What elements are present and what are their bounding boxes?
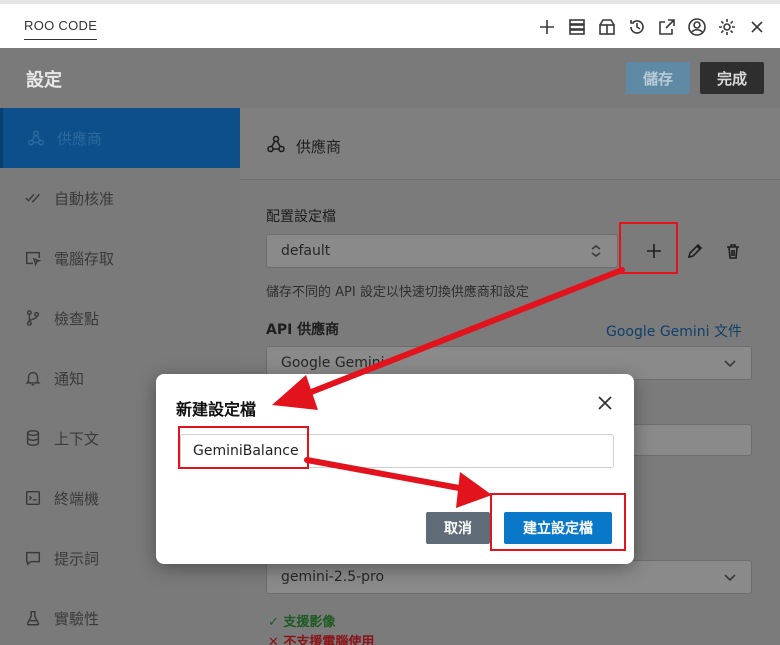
sidebar-item-label: 通知 bbox=[54, 369, 85, 388]
chevron-down-icon bbox=[723, 570, 737, 584]
sidebar-item-computer-access[interactable]: 電腦存取 bbox=[0, 228, 240, 288]
app-title[interactable]: ROO CODE bbox=[24, 18, 98, 40]
sidebar-item-label: 終端機 bbox=[54, 489, 100, 508]
database-icon bbox=[22, 427, 44, 449]
sidebar-item-auto-approve[interactable]: 自動核准 bbox=[0, 168, 240, 228]
done-button[interactable]: 完成 bbox=[700, 62, 764, 94]
sidebar-item-label: 檢查點 bbox=[54, 309, 100, 328]
sidebar-item-label: 自動核准 bbox=[54, 189, 115, 208]
model-select[interactable]: gemini-2.5-pro bbox=[266, 560, 752, 594]
model-value: gemini-2.5-pro bbox=[281, 569, 385, 585]
settings-icon[interactable] bbox=[716, 16, 738, 38]
section-header: 供應商 bbox=[240, 108, 780, 180]
annotation-box-add bbox=[619, 222, 678, 274]
sidebar-item-label: 電腦存取 bbox=[54, 249, 115, 268]
terminal-icon bbox=[22, 487, 44, 509]
provider-docs-link[interactable]: Google Gemini 文件 bbox=[606, 321, 742, 341]
no-computer-use-text: ✕ 不支援電腦使用 bbox=[268, 635, 375, 645]
config-profile-select[interactable]: default bbox=[266, 234, 618, 268]
bell-icon bbox=[22, 367, 44, 389]
comment-icon bbox=[22, 547, 44, 569]
annotation-box-create bbox=[490, 493, 626, 551]
sidebar-item-label: 實驗性 bbox=[54, 609, 100, 628]
cancel-button[interactable]: 取消 bbox=[426, 512, 490, 544]
config-profile-hint: 儲存不同的 API 設定以快速切換供應商和設定 bbox=[266, 285, 529, 300]
history-icon[interactable] bbox=[626, 16, 648, 38]
sidebar-item-label: 提示詞 bbox=[54, 549, 100, 568]
beaker-icon bbox=[22, 607, 44, 629]
account-icon[interactable] bbox=[686, 16, 708, 38]
api-provider-value: Google Gemini bbox=[281, 355, 385, 371]
top-toolbar bbox=[536, 16, 768, 38]
api-provider-label: API 供應商 bbox=[266, 322, 340, 338]
sidebar-item-checkpoints[interactable]: 檢查點 bbox=[0, 288, 240, 348]
config-profile-label: 配置設定檔 bbox=[266, 209, 336, 225]
webhook-icon bbox=[25, 127, 47, 149]
updown-icon bbox=[589, 244, 603, 258]
close-icon[interactable] bbox=[596, 394, 616, 414]
config-profile-value: default bbox=[281, 243, 331, 259]
close-icon[interactable] bbox=[746, 16, 768, 38]
sidebar-item-providers[interactable]: 供應商 bbox=[0, 108, 240, 168]
edit-profile-button[interactable] bbox=[683, 239, 707, 263]
sidebar-item-label: 上下文 bbox=[54, 429, 100, 448]
chevron-down-icon bbox=[723, 356, 737, 370]
title-bar: ROO CODE bbox=[0, 0, 780, 48]
popout-icon[interactable] bbox=[656, 16, 678, 38]
page-title: 設定 bbox=[26, 70, 62, 91]
supports-images-text: ✓ 支援影像 bbox=[268, 615, 336, 630]
sidebar-item-experimental[interactable]: 實驗性 bbox=[0, 588, 240, 645]
save-button[interactable]: 儲存 bbox=[626, 62, 690, 94]
cursor-window-icon bbox=[22, 247, 44, 269]
settings-header: 設定 儲存 完成 bbox=[0, 48, 780, 108]
git-branch-icon bbox=[22, 307, 44, 329]
webhook-icon bbox=[266, 134, 288, 156]
server-icon[interactable] bbox=[566, 16, 588, 38]
marketplace-icon[interactable] bbox=[596, 16, 618, 38]
plus-icon[interactable] bbox=[536, 16, 558, 38]
section-title: 供應商 bbox=[296, 138, 342, 156]
dialog-title: 新建設定檔 bbox=[176, 400, 257, 419]
check-all-icon bbox=[22, 187, 44, 209]
annotation-box-input bbox=[178, 426, 309, 469]
sidebar-item-label: 供應商 bbox=[57, 129, 103, 148]
delete-profile-button[interactable] bbox=[721, 239, 745, 263]
